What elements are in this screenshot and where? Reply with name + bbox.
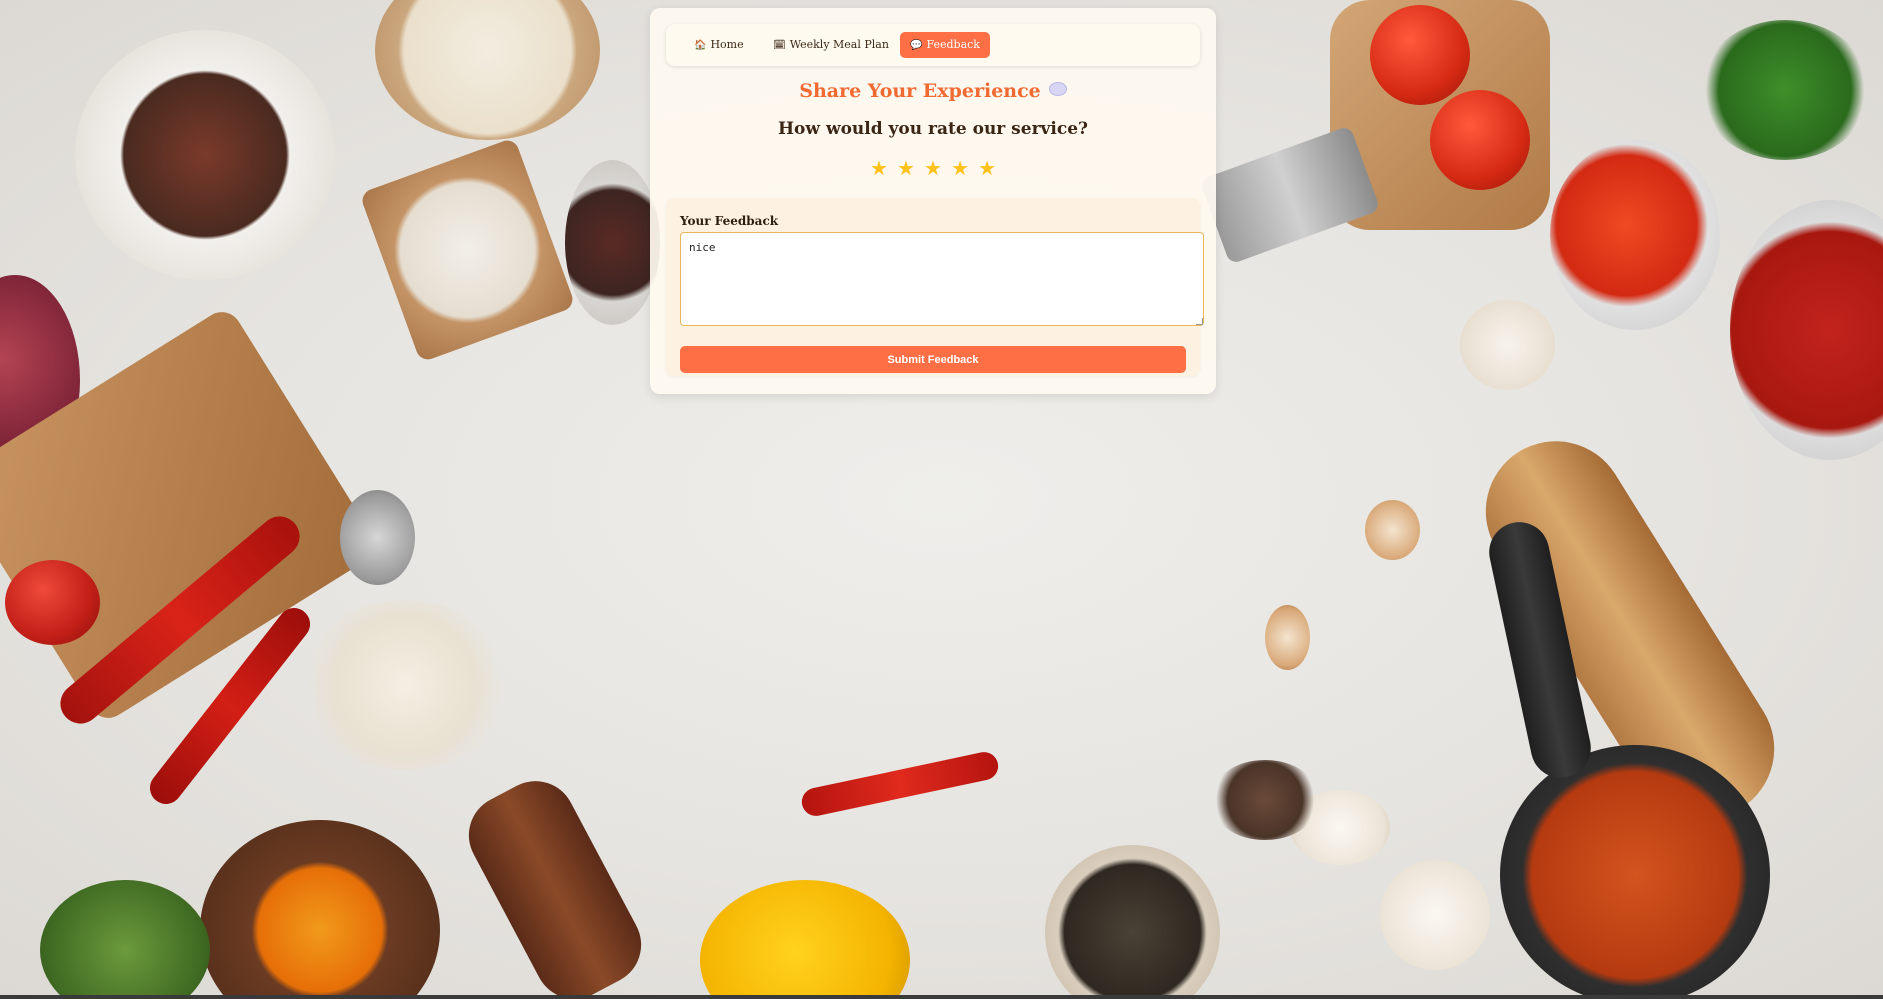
paprika-jar <box>1730 200 1883 460</box>
flour-pile <box>300 600 510 770</box>
saucepan <box>1500 745 1770 995</box>
garlic-bulb <box>1380 860 1490 970</box>
star-icon-4[interactable]: ★ <box>951 156 969 180</box>
bottom-edge <box>0 995 1883 999</box>
peppercorn-jar <box>565 160 660 325</box>
page-title-text: Share Your Experience <box>799 80 1041 102</box>
yellow-pepper <box>700 880 910 995</box>
tomato-right-2 <box>1430 90 1530 190</box>
peppercorn-pile <box>1210 760 1320 840</box>
speech-bubble-icon: 💬 <box>910 40 923 51</box>
house-icon: 🏠 <box>694 40 707 51</box>
nav-item-feedback-label: Feedback <box>926 38 980 51</box>
tomato-right-1 <box>1370 5 1470 105</box>
pepper-bowl <box>75 30 335 280</box>
rating-question: How would you rate our service? <box>778 119 1088 139</box>
garlic-right <box>1460 300 1555 390</box>
salt-scoop <box>359 137 576 363</box>
nav-item-home-label: Home <box>710 38 744 51</box>
star-icon-5[interactable]: ★ <box>978 156 996 180</box>
star-icon-1[interactable]: ★ <box>870 156 888 180</box>
star-rating: ★ ★ ★ ★ ★ <box>650 156 1216 180</box>
nav-item-weekly-meal-plan-label: Weekly Meal Plan <box>789 38 889 51</box>
submit-feedback-button[interactable]: Submit Feedback <box>680 346 1186 373</box>
page-title: Share Your Experience <box>650 80 1216 102</box>
feedback-label: Your Feedback <box>680 214 779 228</box>
bowl-bottom-left <box>200 820 440 995</box>
star-icon-3[interactable]: ★ <box>924 156 942 180</box>
calendar-icon: 🗓 <box>773 40 786 51</box>
nav-item-home[interactable]: 🏠 Home <box>684 32 754 58</box>
top-navigation: 🏠 Home 🗓 Weekly Meal Plan 💬 Feedback <box>666 24 1200 66</box>
grater <box>1199 125 1381 265</box>
broccoli <box>40 880 210 995</box>
pepper-jar <box>1550 140 1720 330</box>
spice-bowl-bottom <box>1045 845 1220 995</box>
feedback-textarea[interactable]: nice <box>680 232 1204 326</box>
tomato-left <box>5 560 100 645</box>
chili-middle <box>799 749 1001 819</box>
garlic-clove-2 <box>1265 605 1310 670</box>
feedback-card: 🏠 Home 🗓 Weekly Meal Plan 💬 Feedback Share … <box>650 8 1216 394</box>
speech-bubble-icon <box>1048 82 1067 96</box>
garlic-clove-1 <box>1365 500 1420 560</box>
feedback-form: Your Feedback nice Submit Feedback <box>666 198 1204 376</box>
star-icon-2[interactable]: ★ <box>897 156 915 180</box>
spoon <box>340 490 415 585</box>
nav-item-weekly-meal-plan[interactable]: 🗓 Weekly Meal Plan <box>763 32 899 58</box>
pepper-mill <box>454 767 656 995</box>
rice-bowl <box>375 0 600 140</box>
resize-handle-icon[interactable] <box>1196 318 1203 325</box>
basil <box>1700 20 1870 160</box>
nav-item-feedback[interactable]: 💬 Feedback <box>900 32 990 58</box>
